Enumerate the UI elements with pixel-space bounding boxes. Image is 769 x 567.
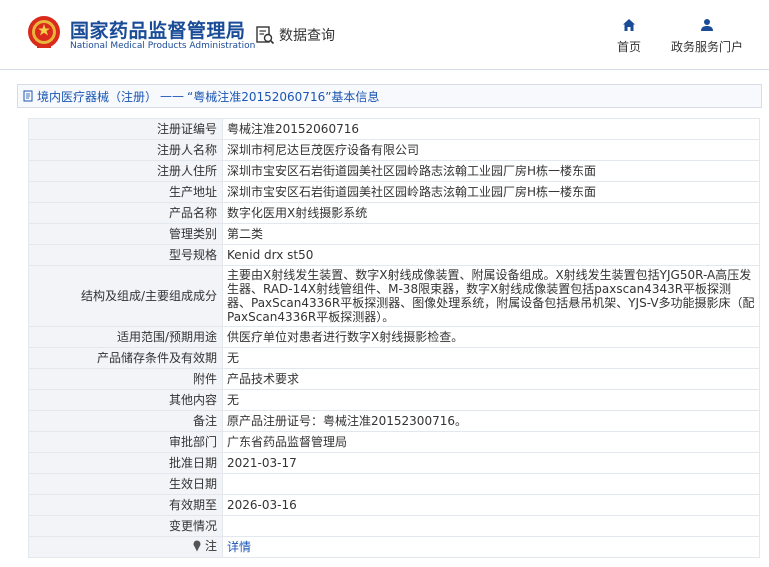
table-row: 批准日期 2021-03-17 bbox=[28, 452, 760, 474]
user-icon bbox=[701, 19, 713, 31]
table-row: 管理类别 第二类 bbox=[28, 223, 760, 245]
table-row: 备注 原产品注册证号：粤械注准20152300716。 bbox=[28, 410, 760, 432]
field-label: 变更情况 bbox=[28, 515, 223, 537]
table-row: 结构及组成/主要组成成分 主要由X射线发生装置、数字X射线成像装置、附属设备组成。… bbox=[28, 265, 760, 327]
field-label: 适用范围/预期用途 bbox=[28, 326, 223, 348]
data-query-label: 数据查询 bbox=[279, 28, 335, 44]
table-row: 生效日期 bbox=[28, 473, 760, 495]
field-label: 注册证编号 bbox=[28, 118, 223, 140]
field-label: 备注 bbox=[28, 410, 223, 432]
field-label: 注册人名称 bbox=[28, 139, 223, 161]
detail-table: 注册证编号 粤械注准20152060716 注册人名称 深圳市柯尼达巨茂医疗设备有限… bbox=[28, 118, 760, 558]
home-icon bbox=[623, 19, 635, 31]
field-label: 有效期至 bbox=[28, 494, 223, 516]
note-label-cell: 注 bbox=[28, 536, 223, 558]
field-value: Kenid drx st50 bbox=[222, 244, 760, 266]
table-row: 注册人名称 深圳市柯尼达巨茂医疗设备有限公司 bbox=[28, 139, 760, 161]
field-value: 无 bbox=[222, 389, 760, 411]
breadcrumb-section-link[interactable]: 境内医疗器械（注册） bbox=[37, 88, 157, 105]
field-value: 广东省药品监督管理局 bbox=[222, 431, 760, 453]
field-value: 产品技术要求 bbox=[222, 368, 760, 390]
table-row: 审批部门 广东省药品监督管理局 bbox=[28, 431, 760, 453]
pin-icon bbox=[193, 540, 201, 552]
site-header: 国家药品监督管理局 National Medical Products Admi… bbox=[0, 0, 769, 70]
field-label: 产品储存条件及有效期 bbox=[28, 347, 223, 369]
field-value: 数字化医用X射线摄影系统 bbox=[222, 202, 760, 224]
field-label: 批准日期 bbox=[28, 452, 223, 474]
field-value bbox=[222, 473, 760, 495]
nav-home[interactable]: 首页 bbox=[617, 18, 641, 55]
field-value: 供医疗单位对患者进行数字X射线摄影检查。 bbox=[222, 326, 760, 348]
nav-service-portal[interactable]: 政务服务门户 bbox=[671, 18, 743, 55]
field-label: 生效日期 bbox=[28, 473, 223, 495]
table-row: 注册人住所 深圳市宝安区石岩街道园美社区园岭路志泫翰工业园厂房H栋一楼东面 bbox=[28, 160, 760, 182]
data-query-link[interactable]: 数据查询 bbox=[255, 24, 335, 46]
field-value bbox=[222, 515, 760, 537]
field-value: 深圳市柯尼达巨茂医疗设备有限公司 bbox=[222, 139, 760, 161]
national-emblem-icon bbox=[28, 16, 60, 48]
field-label: 附件 bbox=[28, 368, 223, 390]
table-row: 注 详情 bbox=[28, 536, 760, 558]
table-row: 变更情况 bbox=[28, 515, 760, 537]
field-value: 2026-03-16 bbox=[222, 494, 760, 516]
field-label: 生产地址 bbox=[28, 181, 223, 203]
field-value: 第二类 bbox=[222, 223, 760, 245]
nav-home-label: 首页 bbox=[617, 40, 642, 54]
note-label: 注 bbox=[204, 539, 217, 553]
breadcrumb-separator: —— bbox=[160, 89, 185, 103]
field-value: 粤械注准20152060716 bbox=[222, 118, 760, 140]
document-icon bbox=[23, 90, 33, 102]
field-label: 管理类别 bbox=[28, 223, 223, 245]
field-value: 2021-03-17 bbox=[222, 452, 760, 474]
field-label: 型号规格 bbox=[28, 244, 223, 266]
field-label: 产品名称 bbox=[28, 202, 223, 224]
field-label: 其他内容 bbox=[28, 389, 223, 411]
brand-name-en: National Medical Products Administration bbox=[70, 41, 256, 51]
data-search-icon bbox=[256, 26, 275, 45]
note-value-cell: 详情 bbox=[222, 536, 760, 558]
field-value: 主要由X射线发生装置、数字X射线成像装置、附属设备组成。X射线发生装置包括YJG… bbox=[222, 265, 760, 327]
table-row: 产品储存条件及有效期无 bbox=[28, 347, 760, 369]
brand-name-cn: 国家药品监督管理局 bbox=[70, 20, 246, 42]
table-row: 有效期至 2026-03-16 bbox=[28, 494, 760, 516]
note-label-wrap: 注 bbox=[192, 539, 217, 553]
table-row: 其他内容无 bbox=[28, 389, 760, 411]
details-link[interactable]: 详情 bbox=[227, 540, 251, 554]
table-row: 型号规格 Kenid drx st50 bbox=[28, 244, 760, 266]
field-value: 原产品注册证号：粤械注准20152300716。 bbox=[222, 410, 760, 432]
table-row: 附件 产品技术要求 bbox=[28, 368, 760, 390]
field-label: 审批部门 bbox=[28, 431, 223, 453]
field-label: 结构及组成/主要组成成分 bbox=[28, 265, 223, 327]
breadcrumb: 境内医疗器械（注册） —— “粤械注准20152060716”基本信息 bbox=[17, 84, 762, 108]
field-value: 深圳市宝安区石岩街道园美社区园岭路志泫翰工业园厂房H栋一楼东面 bbox=[222, 181, 760, 203]
field-value: 无 bbox=[222, 347, 760, 369]
field-label: 注册人住所 bbox=[28, 160, 223, 182]
field-value: 深圳市宝安区石岩街道园美社区园岭路志泫翰工业园厂房H栋一楼东面 bbox=[222, 160, 760, 182]
table-row: 适用范围/预期用途 供医疗单位对患者进行数字X射线摄影检查。 bbox=[28, 326, 760, 348]
table-row: 生产地址 深圳市宝安区石岩街道园美社区园岭路志泫翰工业园厂房H栋一楼东面 bbox=[28, 181, 760, 203]
breadcrumb-title: “粤械注准20152060716”基本信息 bbox=[187, 89, 380, 104]
table-row: 产品名称 数字化医用X射线摄影系统 bbox=[28, 202, 760, 224]
table-row: 注册证编号 粤械注准20152060716 bbox=[28, 118, 760, 140]
nav-service-label: 政务服务门户 bbox=[671, 40, 744, 54]
